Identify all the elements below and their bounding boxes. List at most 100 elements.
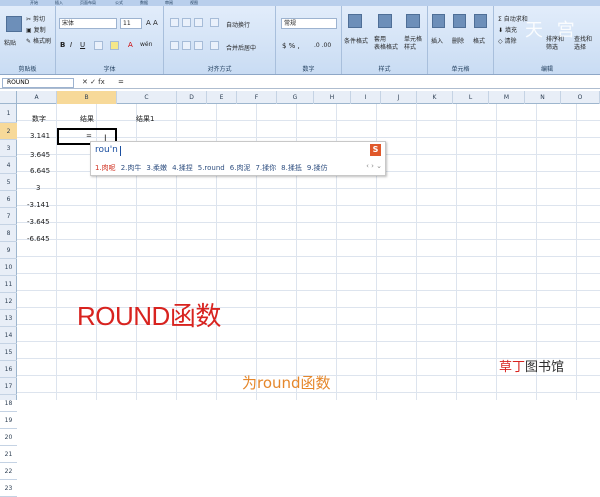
row-header-2[interactable]: 2 [0,123,17,140]
column-header-j[interactable]: J [381,91,417,104]
column-header-o[interactable]: O [561,91,600,104]
row-header-5[interactable]: 5 [0,174,17,191]
border-icon[interactable] [94,41,103,50]
column-header-d[interactable]: D [177,91,207,104]
cell-a6[interactable]: -3.141 [27,201,50,209]
cell-b1[interactable]: 结果 [80,114,94,124]
paste-button[interactable]: 粘贴 [4,38,16,47]
ime-candidate[interactable]: 5.round [198,164,225,172]
bold-icon[interactable]: B [60,41,65,49]
row-header-8[interactable]: 8 [0,225,17,242]
row-header-10[interactable]: 10 [0,259,17,276]
ime-candidate-window[interactable]: rou'n S 1.肉呢 2.肉牛 3.柔嫩 4.揉捏 5.round 6.肉泥 7.揉你 8… [90,141,386,176]
ime-candidate[interactable]: 6.肉泥 [230,164,251,172]
font-grow-icon[interactable]: A A [146,19,158,27]
ime-candidate[interactable]: 4.揉捏 [172,164,193,172]
row-header-7[interactable]: 7 [0,208,17,225]
merge-center-button[interactable]: 合并后居中 [226,43,256,52]
cell-a7[interactable]: -3.645 [27,218,50,226]
row-header-16[interactable]: 16 [0,361,17,378]
align-top-icon[interactable] [170,18,179,27]
align-bottom-icon[interactable] [194,18,203,27]
column-header-a[interactable]: A [17,91,57,104]
ime-candidate[interactable]: 3.柔嫩 [146,164,167,172]
column-header-i[interactable]: I [351,91,381,104]
formula-icons[interactable]: ✕ ✓ fx [82,78,114,88]
cut-button[interactable]: ✂ 剪切 [26,14,45,23]
orientation-icon[interactable] [210,18,219,27]
sogou-logo-icon: S [370,144,381,156]
ime-candidate[interactable]: 1.肉呢 [95,164,116,172]
align-left-icon[interactable] [170,41,179,50]
align-center-icon[interactable] [182,41,191,50]
italic-icon[interactable]: I [70,41,72,49]
delete-cells-button[interactable]: 删除 [452,36,464,45]
ime-candidate[interactable]: 9.揉仿 [307,164,328,172]
underline-icon[interactable]: U [80,41,85,49]
row-header-14[interactable]: 14 [0,327,17,344]
select-all-corner[interactable] [0,91,17,104]
row-header-3[interactable]: 3 [0,140,17,157]
format-cells-button[interactable]: 格式 [473,36,485,45]
font-size-select[interactable]: 11 [120,18,142,29]
column-header-c[interactable]: C [117,91,177,104]
column-header-l[interactable]: L [453,91,489,104]
column-header-b[interactable]: B [57,91,117,104]
indent-icon[interactable] [210,41,219,50]
row-header-12[interactable]: 12 [0,293,17,310]
column-header-m[interactable]: M [489,91,525,104]
number-format-select[interactable]: 常规 [281,18,337,29]
row-header-4[interactable]: 4 [0,157,17,174]
column-header-k[interactable]: K [417,91,453,104]
font-color-icon[interactable]: A [128,41,133,49]
row-header-18[interactable]: 18 [0,395,17,412]
row-header-15[interactable]: 15 [0,344,17,361]
table-format-button[interactable]: 套用 表格格式 [374,36,398,52]
autosum-button[interactable]: Σ 自动求和 [498,14,528,23]
row-header-19[interactable]: 19 [0,412,17,429]
cell-a8[interactable]: -6.645 [27,235,50,243]
currency-percent-icons[interactable]: $ % , [282,42,300,50]
format-painter-button[interactable]: ✎ 格式刷 [26,36,51,45]
clear-button[interactable]: ◇ 清除 [498,36,517,45]
ime-candidate[interactable]: 8.揉抵 [281,164,302,172]
row-header-22[interactable]: 22 [0,463,17,480]
row-header-23[interactable]: 23 [0,480,17,497]
row-header-17[interactable]: 17 [0,378,17,395]
ime-page-arrows[interactable]: ‹ › ⌄ [366,162,382,170]
align-right-icon[interactable] [194,41,203,50]
cell-a5[interactable]: 3 [36,184,40,192]
column-header-n[interactable]: N [525,91,561,104]
cell-c1[interactable]: 结果1 [136,114,154,124]
column-header-h[interactable]: H [314,91,351,104]
copy-button[interactable]: ▣ 复制 [26,25,46,34]
formula-input[interactable]: = [118,78,124,87]
row-header-6[interactable]: 6 [0,191,17,208]
fill-color-icon[interactable] [110,41,119,50]
fill-button[interactable]: ⬇ 填充 [498,25,517,34]
row-header-11[interactable]: 11 [0,276,17,293]
ime-candidate[interactable]: 7.揉你 [255,164,276,172]
align-middle-icon[interactable] [182,18,191,27]
row-header-13[interactable]: 13 [0,310,17,327]
decimal-icons[interactable]: .0 .00 [314,42,331,49]
cell-a3[interactable]: 3.645 [30,151,50,159]
phonetic-icon[interactable]: wén [140,41,152,48]
row-header-20[interactable]: 20 [0,429,17,446]
column-header-g[interactable]: G [277,91,314,104]
conditional-format-button[interactable]: 条件格式 [344,36,368,45]
cell-a1[interactable]: 数字 [32,114,46,124]
wrap-text-button[interactable]: 自动换行 [226,20,250,29]
insert-cells-button[interactable]: 插入 [431,36,443,45]
font-name-select[interactable]: 宋体 [59,18,117,29]
column-header-e[interactable]: E [207,91,237,104]
row-header-21[interactable]: 21 [0,446,17,463]
ime-candidate[interactable]: 2.肉牛 [121,164,142,172]
cell-a4[interactable]: 6.645 [30,167,50,175]
cell-a2[interactable]: 3.141 [30,132,50,140]
row-header-1[interactable]: 1 [0,104,17,123]
column-header-f[interactable]: F [237,91,277,104]
name-box[interactable]: ROUND [2,78,74,88]
row-header-9[interactable]: 9 [0,242,17,259]
cell-styles-button[interactable]: 单元格 样式 [404,36,422,52]
